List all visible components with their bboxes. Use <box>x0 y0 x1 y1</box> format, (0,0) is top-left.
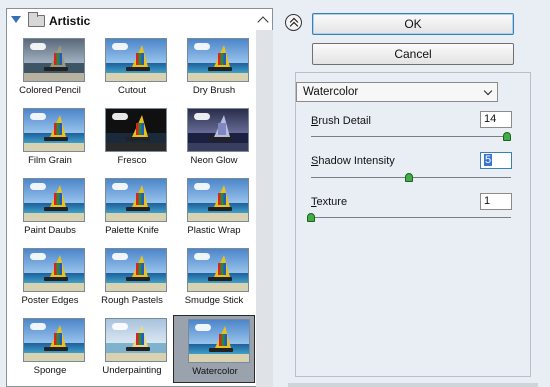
filter-thumbnail[interactable]: Watercolor <box>173 315 255 383</box>
thumbnail-label: Smudge Stick <box>184 295 244 306</box>
thumbnail-image <box>105 318 167 362</box>
thumbnail-label: Paint Daubs <box>24 225 76 236</box>
brush-detail-label: Brush Detail <box>311 115 371 127</box>
filter-thumbnail[interactable]: Poster Edges <box>9 245 91 313</box>
thumbnail-label: Dry Brush <box>192 85 236 96</box>
chevron-down-icon <box>483 86 493 96</box>
thumbnail-image <box>23 108 85 152</box>
thumbnail-label: Neon Glow <box>190 155 238 166</box>
thumbnail-label: Cutout <box>118 85 146 96</box>
filter-thumbnail[interactable]: Sponge <box>9 315 91 383</box>
thumbnail-image <box>188 319 250 363</box>
filter-thumbnail[interactable]: Colored Pencil <box>9 35 91 103</box>
thumbnail-image <box>105 248 167 292</box>
expand-toggle-icon[interactable] <box>11 16 21 23</box>
brush-detail-slider-track[interactable] <box>311 136 511 137</box>
thumbnail-label: Sponge <box>33 365 67 376</box>
chevron-up-icon[interactable] <box>257 16 269 28</box>
filter-thumbnail[interactable]: Smudge Stick <box>173 245 255 313</box>
thumbnail-image <box>23 248 85 292</box>
thumbnail-image <box>105 178 167 222</box>
thumbnail-image <box>23 178 85 222</box>
category-header[interactable]: Artistic <box>7 9 272 31</box>
thumbnail-image <box>187 178 249 222</box>
gallery-scrollbar[interactable] <box>256 30 273 387</box>
thumbnail-label: Underpainting <box>102 365 162 376</box>
thumbnail-label: Plastic Wrap <box>187 225 241 236</box>
filter-thumbnail[interactable]: Fresco <box>91 105 173 173</box>
thumbnail-label: Fresco <box>117 155 147 166</box>
filter-thumbnail[interactable]: Plastic Wrap <box>173 175 255 243</box>
filter-thumbnail[interactable]: Rough Pastels <box>91 245 173 313</box>
texture-input[interactable]: 1 <box>480 193 512 210</box>
shadow-intensity-slider-handle[interactable] <box>405 173 413 182</box>
filter-thumbnail-grid: Colored Pencil Cutout Dry Brush Film Grain F… <box>7 35 272 386</box>
brush-detail-slider-handle[interactable] <box>503 132 511 141</box>
filter-thumbnail[interactable]: Neon Glow <box>173 105 255 173</box>
texture-slider-handle[interactable] <box>307 213 315 222</box>
brush-detail-input[interactable]: 14 <box>480 111 512 128</box>
filter-thumbnail[interactable]: Film Grain <box>9 105 91 173</box>
filter-select[interactable]: Watercolor <box>296 82 498 102</box>
thumbnail-image <box>23 38 85 82</box>
thumbnail-label: Palette Knife <box>105 225 159 236</box>
thumbnail-label: Poster Edges <box>21 295 79 306</box>
bottom-scrollbar[interactable] <box>288 383 538 387</box>
thumbnail-label: Film Grain <box>28 155 72 166</box>
filter-thumbnail[interactable]: Dry Brush <box>173 35 255 103</box>
thumbnail-image <box>187 38 249 82</box>
thumbnail-label: Rough Pastels <box>101 295 163 306</box>
collapse-gallery-button[interactable] <box>285 14 302 31</box>
cancel-button[interactable]: Cancel <box>312 43 514 65</box>
category-title: Artistic <box>49 14 91 28</box>
texture-label: Texture <box>311 196 348 208</box>
filter-thumbnail[interactable]: Paint Daubs <box>9 175 91 243</box>
thumbnail-label: Watercolor <box>192 366 238 377</box>
folder-icon <box>28 12 45 27</box>
filter-gallery-panel: Artistic Colored Pencil Cutout Dry Brush Fi… <box>6 8 273 387</box>
filter-thumbnail[interactable]: Cutout <box>91 35 173 103</box>
filter-select-value: Watercolor <box>303 86 359 98</box>
thumbnail-image <box>23 318 85 362</box>
thumbnail-label: Colored Pencil <box>19 85 81 96</box>
ok-button[interactable]: OK <box>312 13 514 35</box>
thumbnail-image <box>105 108 167 152</box>
shadow-intensity-input[interactable]: 5 <box>480 152 512 169</box>
thumbnail-image <box>187 108 249 152</box>
shadow-intensity-label: Shadow Intensity <box>311 155 395 167</box>
filter-thumbnail[interactable]: Underpainting <box>91 315 173 383</box>
filter-thumbnail[interactable]: Palette Knife <box>91 175 173 243</box>
settings-panel: OK Cancel Watercolor Brush Detail 14 Sha… <box>277 0 550 387</box>
thumbnail-image <box>187 248 249 292</box>
texture-slider-track[interactable] <box>311 217 511 218</box>
thumbnail-image <box>105 38 167 82</box>
